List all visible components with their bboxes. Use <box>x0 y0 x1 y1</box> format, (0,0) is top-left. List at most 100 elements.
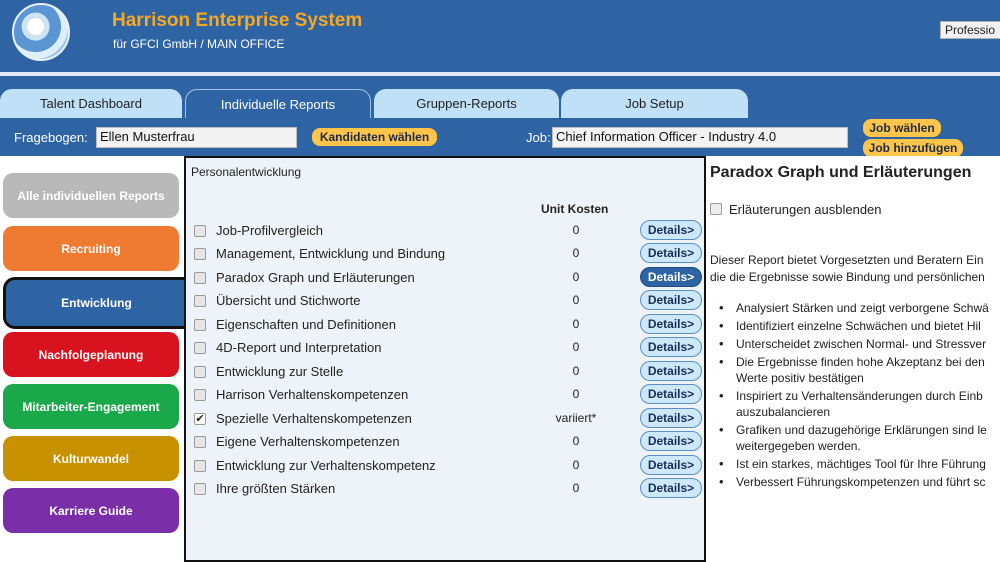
report-label: Harrison Verhaltenskompetenzen <box>216 387 409 402</box>
report-label: Spezielle Verhaltenskompetenzen <box>216 411 412 426</box>
list-item: Analysiert Stärken und zeigt verborgene … <box>716 300 1000 316</box>
category-sidebar: Alle individuellen Reports Recruiting En… <box>0 156 187 562</box>
list-item-text: Analysiert Stärken und zeigt verborgene … <box>736 301 989 315</box>
sidebar-item-nachfolgeplanung[interactable]: Nachfolgeplanung <box>3 332 179 377</box>
list-item-text: auszubalancieren <box>736 405 831 419</box>
report-checkbox[interactable] <box>194 319 206 331</box>
filter-bar: Fragebogen: Ellen Musterfrau Kandidaten … <box>0 118 1000 157</box>
report-row: 4D-Report und Interpretation 0 Details> <box>186 337 704 363</box>
details-button[interactable]: Details> <box>640 384 702 404</box>
report-checkbox[interactable] <box>194 225 206 237</box>
details-button[interactable]: Details> <box>640 478 702 498</box>
report-row: Eigenschaften und Definitionen 0 Details… <box>186 314 704 340</box>
report-label: Paradox Graph und Erläuterungen <box>216 270 415 285</box>
details-button[interactable]: Details> <box>640 220 702 240</box>
report-checkbox[interactable] <box>194 483 206 495</box>
feature-list: Analysiert Stärken und zeigt verborgene … <box>716 300 1000 492</box>
detail-title: Paradox Graph und Erläuterungen <box>710 164 972 181</box>
report-row: Management, Entwicklung und Bindung 0 De… <box>186 243 704 269</box>
list-item-text: Grafiken und dazugehörige Erklärungen si… <box>736 423 987 437</box>
main-tabs: Talent Dashboard Individuelle Reports Gr… <box>0 89 1000 118</box>
report-label: Ihre größten Stärken <box>216 481 336 496</box>
report-checkbox-checked[interactable]: ✔ <box>194 413 206 425</box>
job-waehlen-button[interactable]: Job wählen <box>863 119 941 137</box>
kandidaten-waehlen-button[interactable]: Kandidaten wählen <box>312 128 437 146</box>
sidebar-item-mitarbeiter-engagement[interactable]: Mitarbeiter-Engagement <box>3 384 179 429</box>
report-row: Übersicht und Stichworte 0 Details> <box>186 290 704 316</box>
intro-line: die die Ergebnisse sowie Bindung und per… <box>710 270 985 284</box>
sidebar-item-kulturwandel[interactable]: Kulturwandel <box>3 436 179 481</box>
details-button[interactable]: Details> <box>640 314 702 334</box>
details-button[interactable]: Details> <box>640 361 702 381</box>
report-label: Entwicklung zur Stelle <box>216 364 344 379</box>
report-row: Entwicklung zur Stelle 0 Details> <box>186 361 704 387</box>
fragebogen-label: Fragebogen: <box>14 130 88 145</box>
report-checkbox[interactable] <box>194 342 206 354</box>
report-cost: 0 <box>572 387 580 401</box>
report-checkbox[interactable] <box>194 272 206 284</box>
list-item-text: Verbessert Führungskompetenzen und führt… <box>736 475 986 489</box>
report-cost: 0 <box>572 434 580 448</box>
sidebar-item-entwicklung[interactable]: Entwicklung <box>3 277 187 329</box>
sidebar-item-alle-reports[interactable]: Alle individuellen Reports <box>3 173 179 218</box>
report-cost: 0 <box>572 481 580 495</box>
report-row: Harrison Verhaltenskompetenzen 0 Details… <box>186 384 704 410</box>
report-checkbox[interactable] <box>194 295 206 307</box>
report-row: Eigene Verhaltenskompetenzen 0 Details> <box>186 431 704 457</box>
company-logo <box>12 3 70 61</box>
section-title: Personalentwicklung <box>191 165 302 179</box>
details-button[interactable]: Details> <box>640 337 702 357</box>
report-checkbox[interactable] <box>194 389 206 401</box>
job-field[interactable]: Chief Information Officer - Industry 4.0 <box>552 127 848 148</box>
report-cost: 0 <box>572 223 580 237</box>
report-label: Eigenschaften und Definitionen <box>216 317 396 332</box>
report-cost: variiert* <box>555 411 597 425</box>
list-item: Unterscheidet zwischen Normal- und Stres… <box>716 336 1000 352</box>
app-title: Harrison Enterprise System <box>112 10 363 31</box>
details-button-active[interactable]: Details> <box>640 267 702 287</box>
header-divider <box>0 72 1000 76</box>
unit-cost-header: Unit Kosten <box>541 202 609 216</box>
report-row: Job-Profilvergleich 0 Details> <box>186 220 704 246</box>
details-button[interactable]: Details> <box>640 408 702 428</box>
report-checkbox[interactable] <box>194 460 206 472</box>
report-cost: 0 <box>572 458 580 472</box>
report-detail-panel: Paradox Graph und Erläuterungen Erläuter… <box>706 156 1000 562</box>
report-row: Entwicklung zur Verhaltenskompetenz 0 De… <box>186 455 704 481</box>
list-item-text: Die Ergebnisse finden hohe Akzeptanz bei… <box>736 355 985 369</box>
job-hinzufuegen-button[interactable]: Job hinzufügen <box>863 139 963 157</box>
sidebar-item-recruiting[interactable]: Recruiting <box>3 226 179 271</box>
report-label: Eigene Verhaltenskompetenzen <box>216 434 400 449</box>
edition-button[interactable]: Professio <box>940 21 1000 39</box>
details-button[interactable]: Details> <box>640 243 702 263</box>
report-cost: 0 <box>572 340 580 354</box>
report-label: 4D-Report und Interpretation <box>216 340 382 355</box>
sidebar-item-karriere-guide[interactable]: Karriere Guide <box>3 488 179 533</box>
list-item: Identifiziert einzelne Schwächen und bie… <box>716 318 1000 334</box>
fragebogen-field[interactable]: Ellen Musterfrau <box>96 127 297 148</box>
app-subtitle: für GFCI GmbH / MAIN OFFICE <box>113 37 285 51</box>
hide-explanations-checkbox[interactable] <box>710 203 722 215</box>
details-button[interactable]: Details> <box>640 455 702 475</box>
detail-intro: Dieser Report bietet Vorgesetzten und Be… <box>710 252 1000 286</box>
list-item-text: Werte positiv bestätigen <box>736 371 864 385</box>
report-checkbox[interactable] <box>194 436 206 448</box>
tab-job-setup[interactable]: Job Setup <box>561 89 748 118</box>
details-button[interactable]: Details> <box>640 290 702 310</box>
report-checkbox[interactable] <box>194 366 206 378</box>
tab-gruppen-reports[interactable]: Gruppen-Reports <box>374 89 559 118</box>
report-cost: 0 <box>572 317 580 331</box>
list-item: Grafiken und dazugehörige Erklärungen si… <box>716 422 1000 454</box>
list-item: Ist ein starkes, mächtiges Tool für Ihre… <box>716 456 1000 472</box>
tab-individuelle-reports[interactable]: Individuelle Reports <box>185 89 371 118</box>
report-cost: 0 <box>572 364 580 378</box>
list-item-text: weitergegeben werden. <box>736 439 861 453</box>
report-row: ✔ Spezielle Verhaltenskompetenzen variie… <box>186 408 704 434</box>
tab-talent-dashboard[interactable]: Talent Dashboard <box>0 89 182 118</box>
report-checkbox[interactable] <box>194 248 206 260</box>
report-label: Job-Profilvergleich <box>216 223 323 238</box>
list-item-text: Inspiriert zu Verhaltensänderungen durch… <box>736 389 983 403</box>
details-button[interactable]: Details> <box>640 431 702 451</box>
report-list-panel: Personalentwicklung Unit Kosten Job-Prof… <box>184 156 706 562</box>
job-label: Job: <box>526 130 551 145</box>
